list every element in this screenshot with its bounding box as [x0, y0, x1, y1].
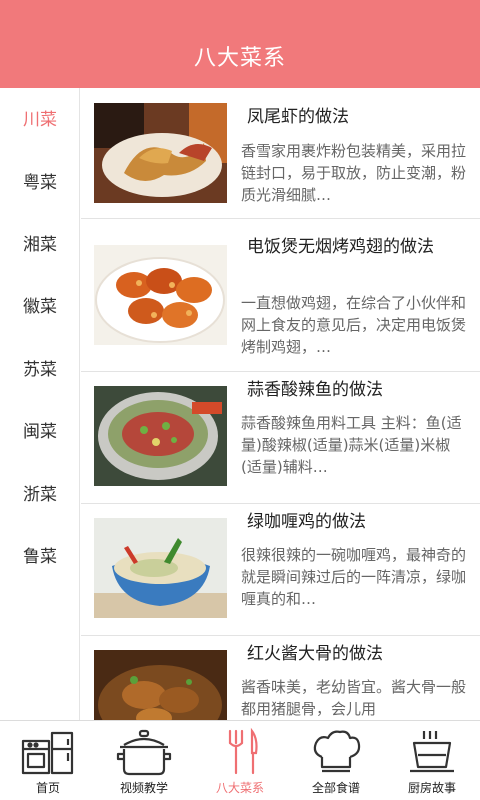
page-title: 八大菜系 — [193, 46, 286, 71]
header-bar: 八大菜系 — [0, 0, 480, 88]
tab-cuisines[interactable]: 八大菜系 — [192, 721, 288, 800]
pot-icon — [114, 727, 174, 777]
recipe-image — [94, 518, 227, 618]
tab-video[interactable]: 视频教学 — [96, 721, 192, 800]
recipe-description: 香雪家用裹炸粉包装精美，采用拉链封口，易于取放，防止变潮，粉质光滑细腻… — [241, 142, 467, 204]
recipe-description: 蒜香酸辣鱼用料工具 主料：鱼(适量)酸辣椒(适量)蒜米(适量)米椒(适量)辅料… — [241, 414, 462, 476]
recipe-description: 酱香味美，老幼皆宜。酱大骨一般都用猪腿骨，会儿用 — [241, 678, 467, 718]
recipe-description: 一直想做鸡翅，在综合了小伙伴和网上食友的意见后，决定用电饭煲烤制鸡翅，… — [241, 294, 467, 356]
tab-kitchen-stories[interactable]: 厨房故事 — [384, 721, 480, 800]
recipe-image — [94, 386, 227, 486]
sidebar-item-su[interactable]: 苏菜 — [0, 350, 80, 390]
recipe-title: 电饭煲无烟烤鸡翅的做法 — [247, 237, 434, 257]
chef-hat-icon — [306, 727, 366, 777]
recipe-image — [94, 650, 227, 720]
tab-all-recipes[interactable]: 全部食谱 — [288, 721, 384, 800]
fork-knife-icon — [210, 727, 270, 777]
tab-home[interactable]: 首页 — [0, 721, 96, 800]
cup-icon — [402, 727, 462, 777]
recipe-image — [94, 103, 227, 203]
recipe-list: 凤尾虾的做法 香雪家用裹炸粉包装精美，采用拉链封口，易于取放，防止变潮，粉质光滑… — [81, 88, 480, 720]
tab-label: 全部食谱 — [311, 781, 360, 795]
bottom-tab-bar: 首页 视频教学 八大菜系 全部食谱 厨房故事 — [0, 720, 480, 800]
sidebar-item-min[interactable]: 闽菜 — [0, 412, 80, 452]
recipe-row[interactable]: 电饭煲无烟烤鸡翅的做法 一直想做鸡翅，在综合了小伙伴和网上食友的意见后，决定用电… — [81, 219, 480, 372]
tab-label: 首页 — [35, 781, 60, 795]
sidebar-item-yue[interactable]: 粤菜 — [0, 163, 80, 203]
sidebar-item-zhe[interactable]: 浙菜 — [0, 475, 80, 515]
sidebar-item-lu[interactable]: 鲁菜 — [0, 537, 80, 577]
recipe-row[interactable]: 凤尾虾的做法 香雪家用裹炸粉包装精美，采用拉链封口，易于取放，防止变潮，粉质光滑… — [81, 88, 480, 219]
recipe-row[interactable]: 红火酱大骨的做法 酱香味美，老幼皆宜。酱大骨一般都用猪腿骨，会儿用 — [81, 636, 480, 720]
tab-label: 视频教学 — [119, 781, 168, 795]
recipe-title: 蒜香酸辣鱼的做法 — [247, 380, 383, 400]
sidebar-item-hui[interactable]: 徽菜 — [0, 287, 80, 327]
recipe-image — [94, 245, 227, 345]
recipe-row[interactable]: 绿咖喱鸡的做法 很辣很辣的一碗咖喱鸡，最神奇的就是瞬间辣过后的一阵清凉，绿咖喱真… — [81, 504, 480, 636]
app-root: 八大菜系 川菜 粤菜 湘菜 徽菜 苏菜 闽菜 浙菜 鲁菜 凤尾虾的做法 香雪家用… — [0, 0, 480, 800]
tab-label: 八大菜系 — [215, 781, 264, 795]
recipe-description: 很辣很辣的一碗咖喱鸡，最神奇的就是瞬间辣过后的一阵清凉，绿咖喱真的和… — [241, 546, 467, 608]
recipe-title: 绿咖喱鸡的做法 — [247, 512, 366, 532]
recipe-title: 红火酱大骨的做法 — [247, 644, 383, 664]
recipe-title: 凤尾虾的做法 — [247, 107, 349, 127]
tab-label: 厨房故事 — [407, 781, 456, 795]
sidebar-item-xiang[interactable]: 湘菜 — [0, 225, 80, 265]
kitchen-icon — [18, 727, 78, 777]
cuisine-sidebar: 川菜 粤菜 湘菜 徽菜 苏菜 闽菜 浙菜 鲁菜 — [0, 88, 80, 720]
sidebar-item-chuan[interactable]: 川菜 — [0, 100, 80, 140]
recipe-row[interactable]: 蒜香酸辣鱼的做法 蒜香酸辣鱼用料工具 主料：鱼(适量)酸辣椒(适量)蒜米(适量)… — [81, 372, 480, 504]
